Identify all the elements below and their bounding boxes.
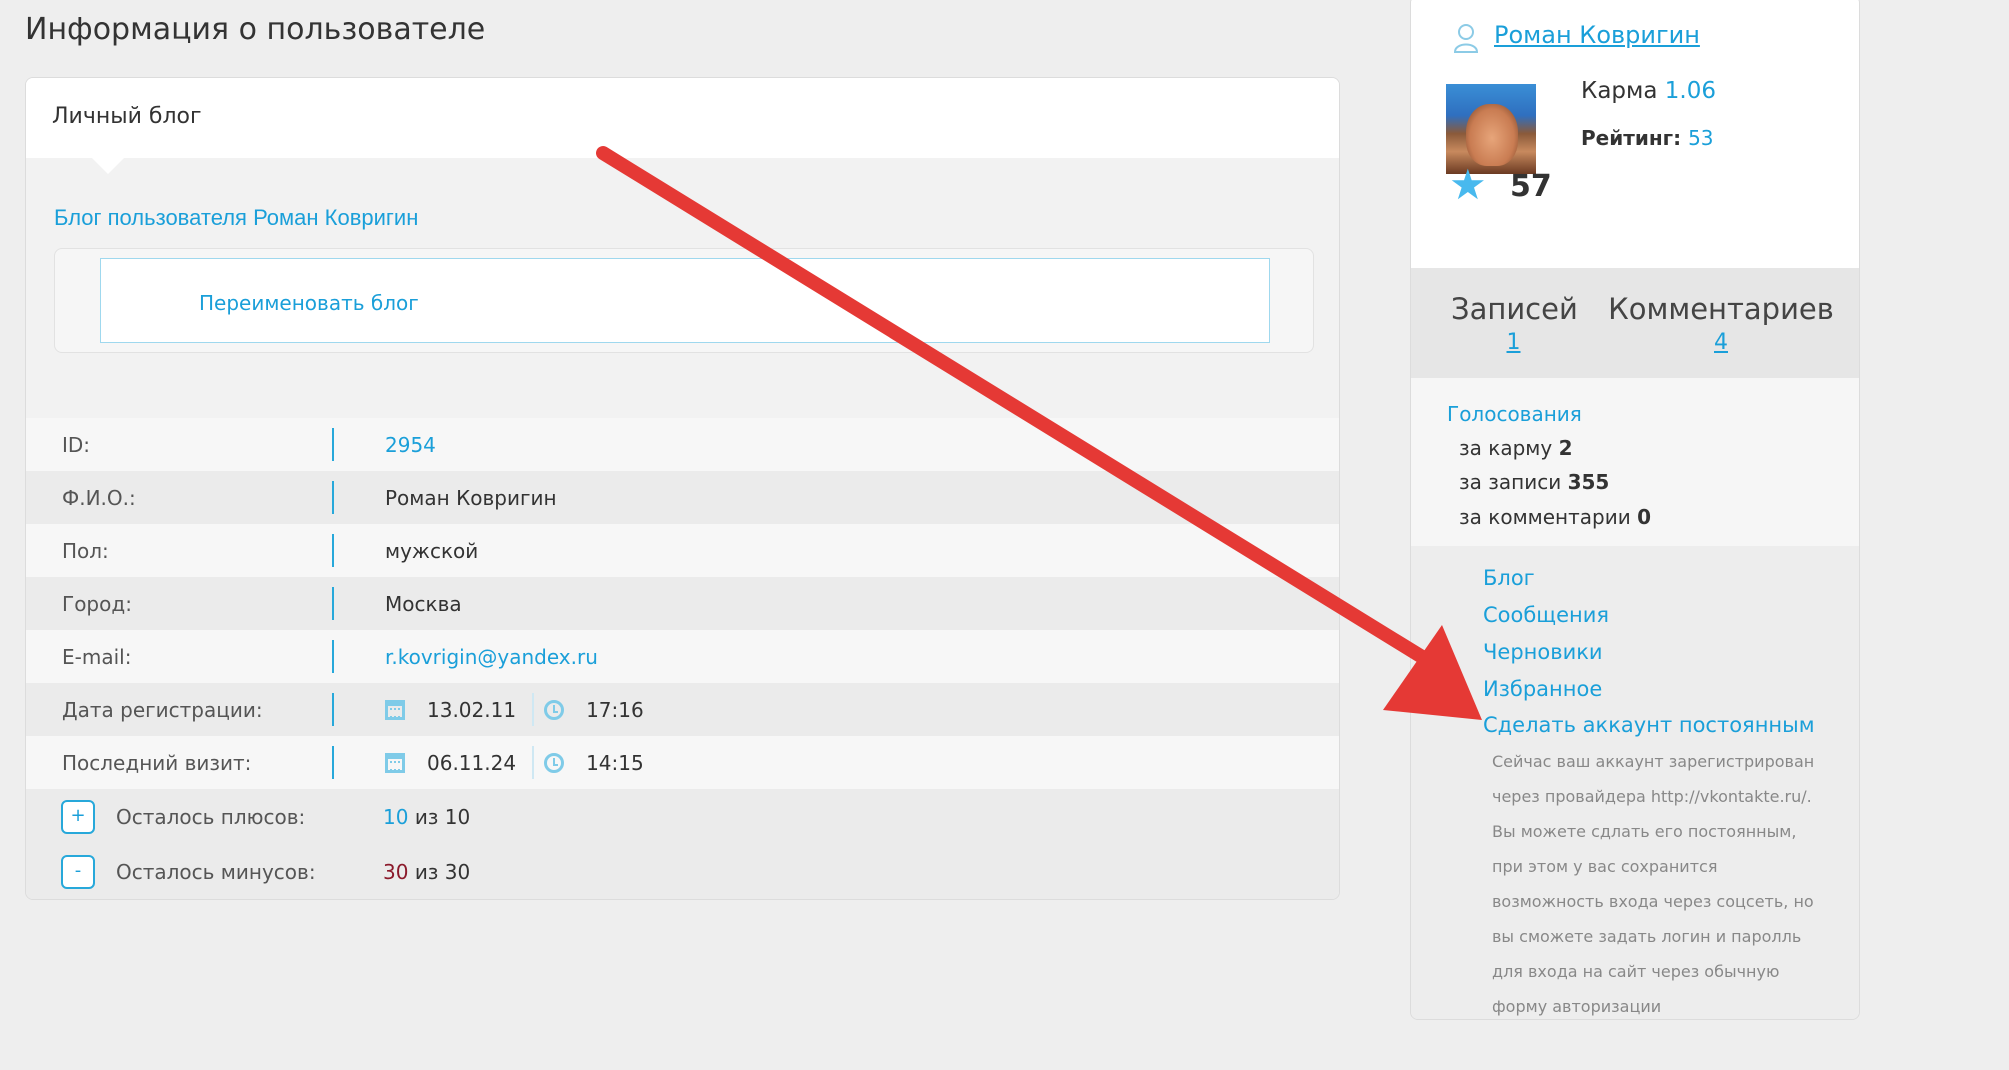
info-label: ID: — [62, 432, 91, 457]
plus-votes-label: Осталось плюсов: — [116, 804, 306, 829]
header-notch — [92, 158, 124, 174]
plus-votes-row: + Осталось плюсов: 10 из 10 — [26, 789, 1339, 844]
minus-votes-value: 30 из 30 — [383, 860, 470, 884]
plus-button[interactable]: + — [61, 799, 95, 834]
info-label: E-mail: — [62, 644, 132, 669]
votes-comments-value: 0 — [1637, 505, 1651, 529]
karma-label: Карма — [1581, 78, 1658, 104]
plus-votes-value: 10 из 10 — [383, 805, 470, 829]
registration-date: 13.02.11 — [427, 697, 517, 722]
comments-stat: Комментариев 4 — [1606, 292, 1836, 355]
info-row-fullname: Ф.И.О.: Роман Ковригин — [26, 471, 1339, 524]
minus-votes-label: Осталось минусов: — [116, 859, 316, 884]
posts-label: Записей — [1451, 292, 1578, 326]
user-icon — [1453, 24, 1479, 53]
registration-time: 17:16 — [586, 697, 644, 722]
row-divider — [332, 640, 334, 673]
menu-item-make-permanent[interactable]: Сделать аккаунт постоянным — [1483, 713, 1815, 737]
minus-votes-count: 30 — [383, 859, 409, 884]
minus-votes-row: - Осталось минусов: 30 из 30 — [26, 844, 1339, 899]
row-divider — [332, 481, 334, 514]
profile-card: Роман Ковригин ★ 57 Карма 1.06 Рейтинг: … — [1411, 0, 1859, 284]
info-row-city: Город: Москва — [26, 577, 1339, 630]
rating-label: Рейтинг: — [1581, 126, 1682, 150]
votes-posts-value: 355 — [1567, 470, 1610, 494]
email-link[interactable]: r.kovrigin@yandex.ru — [385, 645, 598, 669]
menu-item-blog[interactable]: Блог — [1483, 566, 1535, 590]
datetime-divider — [532, 693, 535, 726]
calendar-icon — [385, 699, 405, 720]
karma-value[interactable]: 1.06 — [1665, 78, 1716, 104]
menu-item-drafts[interactable]: Черновики — [1483, 640, 1603, 664]
row-divider — [332, 534, 334, 567]
menu-item-messages[interactable]: Сообщения — [1483, 603, 1609, 627]
rating-value[interactable]: 53 — [1688, 126, 1713, 150]
datetime-divider — [532, 746, 535, 779]
votes-karma-value: 2 — [1558, 436, 1573, 460]
rename-blog-box: Переименовать блог — [54, 248, 1314, 353]
info-label: Ф.И.О.: — [62, 485, 136, 510]
user-id-link[interactable]: 2954 — [385, 433, 436, 457]
rename-blog-frame: Переименовать блог — [100, 258, 1270, 343]
info-label: Пол: — [62, 538, 109, 563]
votes-posts-label: за записи — [1459, 470, 1562, 494]
blog-panel: Личный блог Блог пользователя Роман Ковр… — [25, 77, 1340, 900]
user-blog-link[interactable]: Блог пользователя Роман Ковригин — [54, 205, 418, 231]
votes-posts: за записи 355 — [1459, 470, 1609, 494]
calendar-icon — [385, 752, 405, 773]
info-label: Последний визит: — [62, 750, 252, 775]
profile-sidebar: Роман Ковригин ★ 57 Карма 1.06 Рейтинг: … — [1410, 0, 1860, 1020]
user-info-table: ID: 2954 Ф.И.О.: Роман Ковригин Пол: муж… — [26, 418, 1339, 899]
rename-blog-link[interactable]: Переименовать блог — [199, 291, 419, 315]
last-visit-time: 14:15 — [586, 750, 644, 775]
info-row-gender: Пол: мужской — [26, 524, 1339, 577]
votes-comments: за комментарии 0 — [1459, 505, 1651, 529]
comments-label: Комментариев — [1608, 292, 1834, 326]
profile-menu: Блог Сообщения Черновики Избранное Сдела… — [1411, 546, 1859, 1019]
last-visit-date: 06.11.24 — [427, 750, 517, 775]
menu-item-favorites[interactable]: Избранное — [1483, 677, 1602, 701]
karma: Карма 1.06 — [1581, 78, 1716, 104]
plus-votes-total: из 10 — [414, 804, 471, 829]
votes-title-link[interactable]: Голосования — [1447, 402, 1582, 426]
minus-button[interactable]: - — [61, 854, 95, 889]
star-icon: ★ — [1449, 160, 1487, 209]
avatar-face — [1466, 104, 1518, 166]
votes-karma-label: за карму — [1459, 436, 1553, 460]
star-count: 57 — [1510, 169, 1552, 204]
info-label: Город: — [62, 591, 132, 616]
info-row-registered: Дата регистрации: 13.02.11 17:16 — [26, 683, 1339, 736]
panel-header-title: Личный блог — [52, 104, 202, 129]
row-divider — [332, 746, 334, 779]
permanent-account-description: Сейчас ваш аккаунт зарегистрирован через… — [1492, 752, 1815, 1016]
profile-stats: Записей 1 Комментариев 4 — [1411, 268, 1859, 378]
comments-count-link[interactable]: 4 — [1606, 330, 1836, 355]
rating: Рейтинг: 53 — [1581, 126, 1714, 150]
votes-karma: за карму 2 — [1459, 436, 1572, 460]
row-divider — [332, 587, 334, 620]
minus-votes-total: из 30 — [414, 859, 471, 884]
info-label: Дата регистрации: — [62, 697, 263, 722]
clock-icon — [544, 752, 565, 773]
info-row-last-visit: Последний визит: 06.11.24 14:15 — [26, 736, 1339, 789]
info-value: Москва — [385, 591, 462, 616]
votes-comments-label: за комментарии — [1459, 505, 1631, 529]
posts-count-link[interactable]: 1 — [1451, 330, 1576, 355]
page-title: Информация о пользователе — [25, 12, 486, 47]
clock-icon — [544, 699, 565, 720]
posts-stat: Записей 1 — [1451, 292, 1578, 355]
registration-datetime: 13.02.11 17:16 — [385, 693, 644, 726]
votes-summary: Голосования за карму 2 за записи 355 за … — [1411, 378, 1859, 546]
profile-name-link[interactable]: Роман Ковригин — [1494, 21, 1700, 49]
row-divider — [332, 428, 334, 461]
last-visit-datetime: 06.11.24 14:15 — [385, 746, 644, 779]
info-row-email: E-mail: r.kovrigin@yandex.ru — [26, 630, 1339, 683]
panel-header: Личный блог — [26, 78, 1339, 174]
info-value: мужской — [385, 538, 479, 563]
info-row-id: ID: 2954 — [26, 418, 1339, 471]
plus-votes-count: 10 — [383, 804, 409, 829]
row-divider — [332, 693, 334, 726]
info-value: Роман Ковригин — [385, 485, 557, 510]
